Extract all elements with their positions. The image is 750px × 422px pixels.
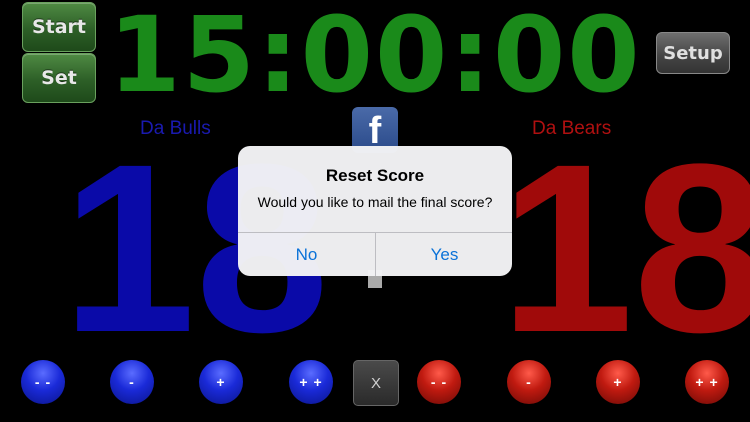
reset-score-dialog: Reset Score Would you like to mail the f… [238, 146, 512, 276]
away-plus-two-button[interactable]: + + [685, 360, 729, 404]
no-button[interactable]: No [238, 233, 375, 276]
away-plus-one-button[interactable]: + [596, 360, 640, 404]
yes-button[interactable]: Yes [376, 233, 512, 276]
away-minus-one-button[interactable]: - [507, 360, 551, 404]
game-clock: 15:00:00 [108, 0, 642, 116]
clear-score-button[interactable]: X [353, 360, 399, 406]
home-minus-two-button[interactable]: - - [21, 360, 65, 404]
away-score: 18 [500, 114, 750, 382]
home-plus-two-button[interactable]: + + [289, 360, 333, 404]
dialog-title: Reset Score [325, 166, 425, 185]
away-minus-two-button[interactable]: - - [417, 360, 461, 404]
home-plus-one-button[interactable]: + [199, 360, 243, 404]
home-minus-one-button[interactable]: - [110, 360, 154, 404]
dialog-message: Would you like to mail the final score? [257, 194, 493, 210]
